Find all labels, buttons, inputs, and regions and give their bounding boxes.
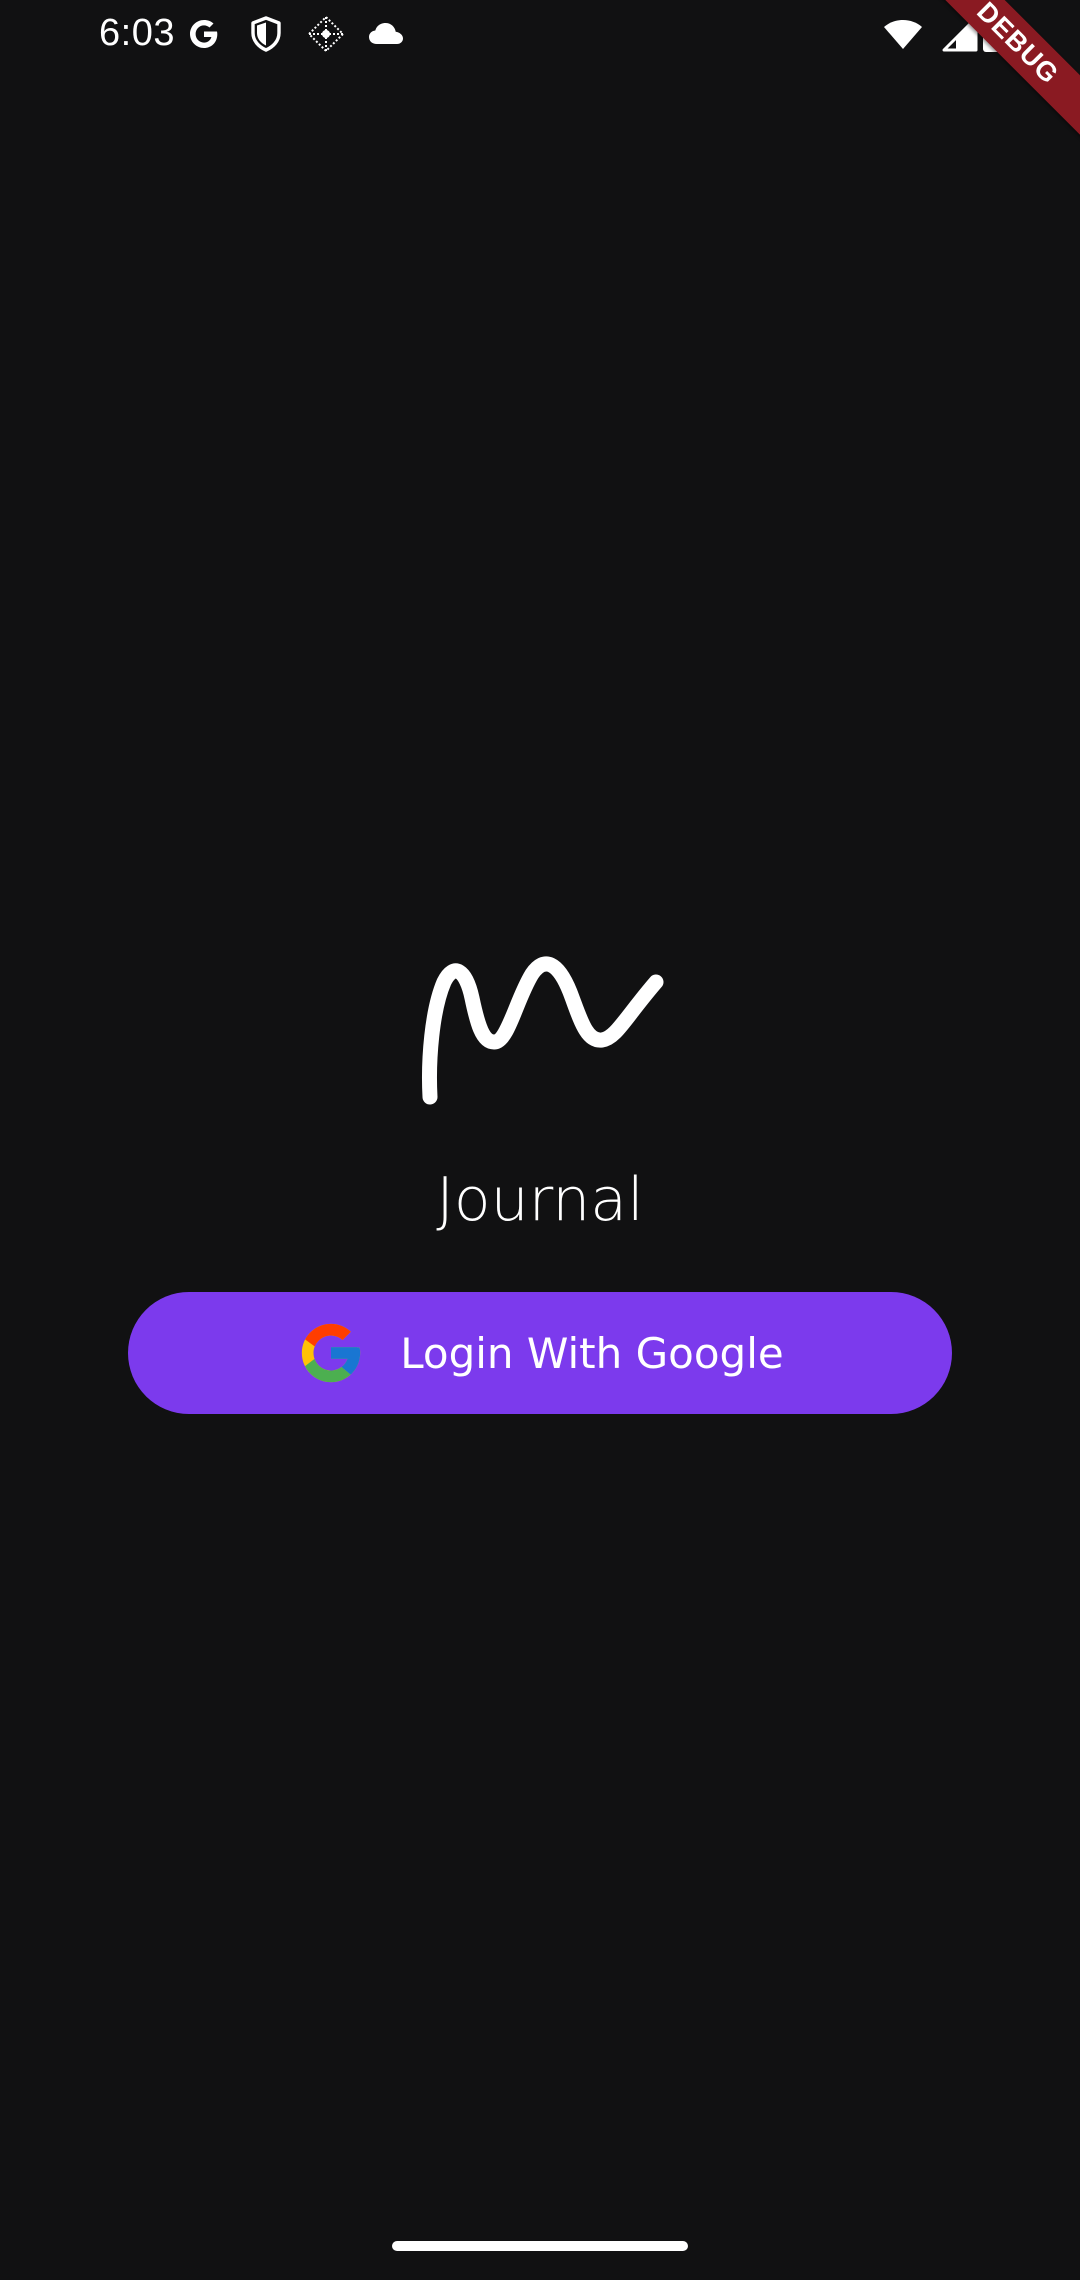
login-button-label: Login With Google (400, 1328, 784, 1378)
app-title: Journal (436, 1165, 644, 1235)
shield-icon (246, 14, 286, 54)
wifi-icon (882, 14, 924, 54)
status-time: 6:03 (99, 12, 175, 54)
screen-record-icon (306, 14, 346, 54)
login-screen: 6:03 DEBUG Journal Login With Google (0, 0, 1080, 2280)
google-icon (296, 1318, 366, 1388)
status-bar: 6:03 (0, 0, 1080, 66)
signature-logo-icon (410, 930, 670, 1110)
cloud-icon (366, 14, 406, 54)
gesture-navigation-bar[interactable] (392, 2241, 688, 2251)
login-with-google-button[interactable]: Login With Google (128, 1292, 952, 1414)
google-g-icon (184, 14, 224, 54)
